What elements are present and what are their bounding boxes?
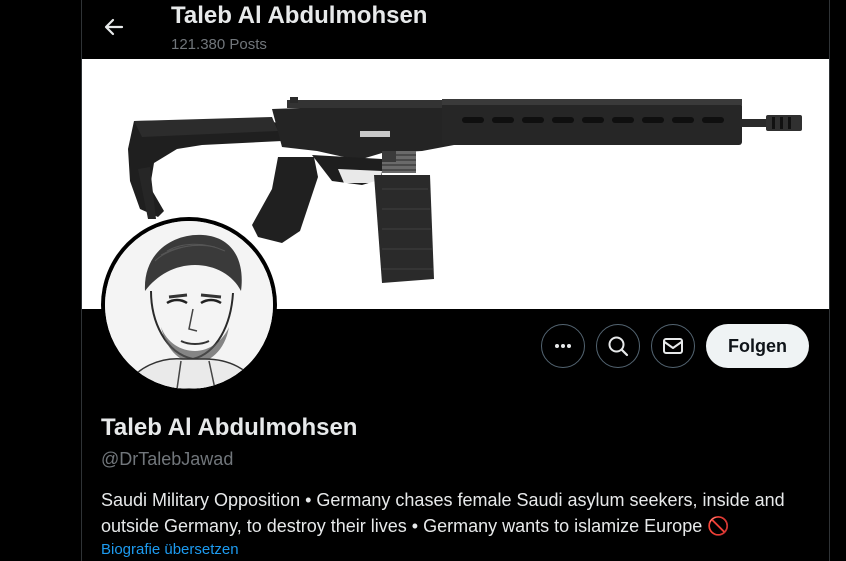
bio-text: Saudi Military Opposition • Germany chas… bbox=[101, 490, 785, 536]
back-button[interactable] bbox=[97, 10, 131, 44]
more-button[interactable] bbox=[541, 324, 585, 368]
header-title: Taleb Al Abdulmohsen bbox=[171, 2, 428, 29]
profile-bio: Saudi Military Opposition • Germany chas… bbox=[101, 487, 817, 539]
portrait-sketch bbox=[105, 221, 273, 389]
profile-handle: @DrTalebJawad bbox=[101, 449, 234, 469]
follow-button[interactable]: Folgen bbox=[706, 324, 809, 368]
prohibited-emoji-icon: 🚫 bbox=[707, 516, 730, 536]
more-horizontal-icon bbox=[555, 344, 571, 348]
avatar-image bbox=[105, 221, 273, 389]
search-button[interactable] bbox=[596, 324, 640, 368]
arrow-left-icon bbox=[104, 18, 124, 36]
right-gutter bbox=[829, 0, 846, 561]
left-gutter bbox=[0, 0, 81, 561]
search-icon bbox=[608, 336, 629, 357]
message-button[interactable] bbox=[651, 324, 695, 368]
translate-bio-link[interactable]: Biografie übersetzen bbox=[101, 541, 239, 558]
mail-icon bbox=[663, 338, 683, 354]
profile-name: Taleb Al Abdulmohsen bbox=[101, 414, 358, 441]
post-count: 121.380 Posts bbox=[171, 36, 267, 53]
profile-avatar[interactable] bbox=[101, 217, 277, 393]
